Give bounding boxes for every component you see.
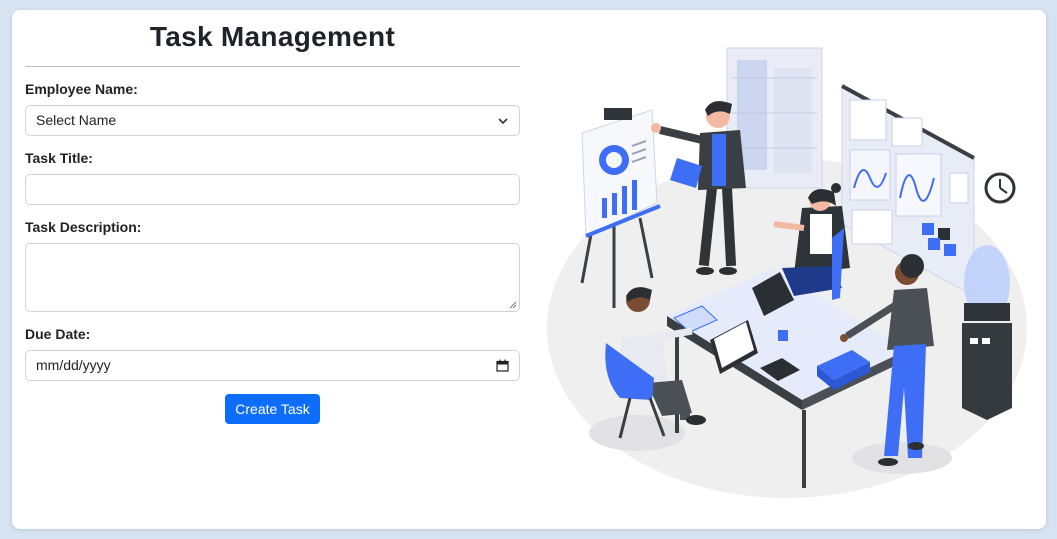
team-meeting-illustration [547,47,1027,498]
employee-name-label: Employee Name: [25,81,138,97]
task-form: Task Management Employee Name: Select Na… [25,10,520,424]
due-date-placeholder: mm/dd/yyyy [36,357,111,373]
due-date-label: Due Date: [25,326,91,342]
employee-name-value: Select Name [36,112,117,128]
task-description-label: Task Description: [25,219,142,235]
water-cooler [962,245,1012,420]
employee-name-select[interactable]: Select Name [25,105,520,136]
task-card: Task Management Employee Name: Select Na… [12,10,1046,529]
chevron-down-icon [498,118,508,125]
page-title: Task Management [149,21,396,52]
task-title-input[interactable] [25,174,520,205]
task-title-label: Task Title: [25,150,93,166]
title-divider [25,66,520,67]
resize-grip-icon[interactable] [509,301,517,309]
create-task-button[interactable]: Create Task [225,394,320,424]
task-description-textarea[interactable] [25,243,520,312]
due-date-input[interactable]: mm/dd/yyyy [25,350,520,381]
clock-icon [984,172,1016,204]
calendar-icon[interactable] [496,359,509,372]
submit-row: Create Task [25,394,520,424]
